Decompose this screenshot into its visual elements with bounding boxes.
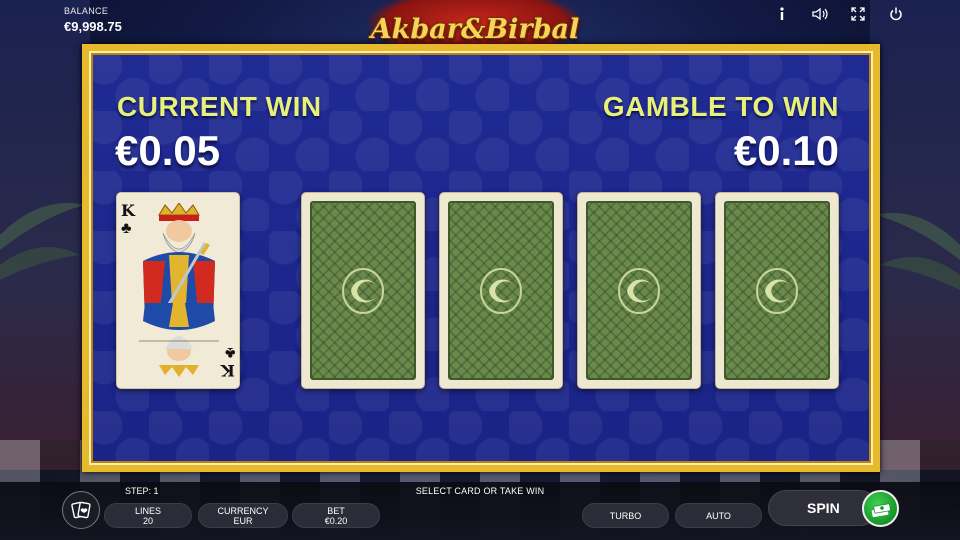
palm-leaves-left [0,203,85,280]
turbo-label: TURBO [609,510,642,521]
sound-icon[interactable] [812,6,828,22]
dealer-card: K ♣ ♣ K [116,192,240,389]
face-down-card-4[interactable] [715,192,839,389]
gamble-to-win-label: GAMBLE TO WIN [602,91,839,122]
auto-label: AUTO [706,510,731,521]
crescent-emblem-icon [342,267,384,314]
cards-icon [71,501,91,519]
card-back-pattern [310,201,416,380]
current-win-label: CURRENT WIN [117,91,322,122]
lines-value: 20 [142,515,153,526]
money-stack-icon [871,502,891,517]
info-icon[interactable] [774,6,790,22]
card-rank: K [221,361,235,380]
bet-value: €0.20 [324,515,348,526]
lines-selector[interactable]: LINES 20 [104,503,192,528]
currency-selector[interactable]: CURRENCY EUR [198,503,288,528]
crescent-emblem-icon [618,267,660,314]
currency-value: EUR [233,515,253,526]
turbo-button[interactable]: TURBO [582,503,669,528]
lines-label: LINES [134,505,161,516]
palm-leaves-right [875,213,960,290]
balance-label: BALANCE [64,6,109,16]
face-down-card-1[interactable] [301,192,425,389]
bet-selector[interactable]: BET €0.20 [292,503,380,528]
currency-label: CURRENCY [217,505,269,516]
king-portrait-icon [139,203,219,377]
gamble-panel: CURRENT WIN €0.05 GAMBLE TO WIN €0.10 K … [82,44,880,472]
card-back-pattern [448,201,554,380]
bet-label: BET [327,505,345,516]
face-down-card-3[interactable] [577,192,701,389]
club-suit-icon: ♣ [224,344,236,361]
face-down-card-2[interactable] [439,192,563,389]
top-controls [774,6,904,22]
crescent-emblem-icon [756,267,798,314]
balance-value: €9,998.75 [64,19,122,34]
current-win-value: €0.05 [115,127,221,174]
fullscreen-icon[interactable] [850,6,866,22]
power-icon[interactable] [888,6,904,22]
card-back-pattern [586,201,692,380]
balance-display: BALANCE €9,998.75 [64,6,122,34]
game-title: Akbar&Birbal [370,13,580,45]
crescent-emblem-icon [480,267,522,314]
gamble-cards-button[interactable] [62,491,100,529]
auto-button[interactable]: AUTO [675,503,762,528]
card-back-pattern [724,201,830,380]
spin-label: SPIN [807,500,840,516]
take-win-button[interactable] [862,490,899,527]
gamble-to-win-value: €0.10 [733,127,839,174]
